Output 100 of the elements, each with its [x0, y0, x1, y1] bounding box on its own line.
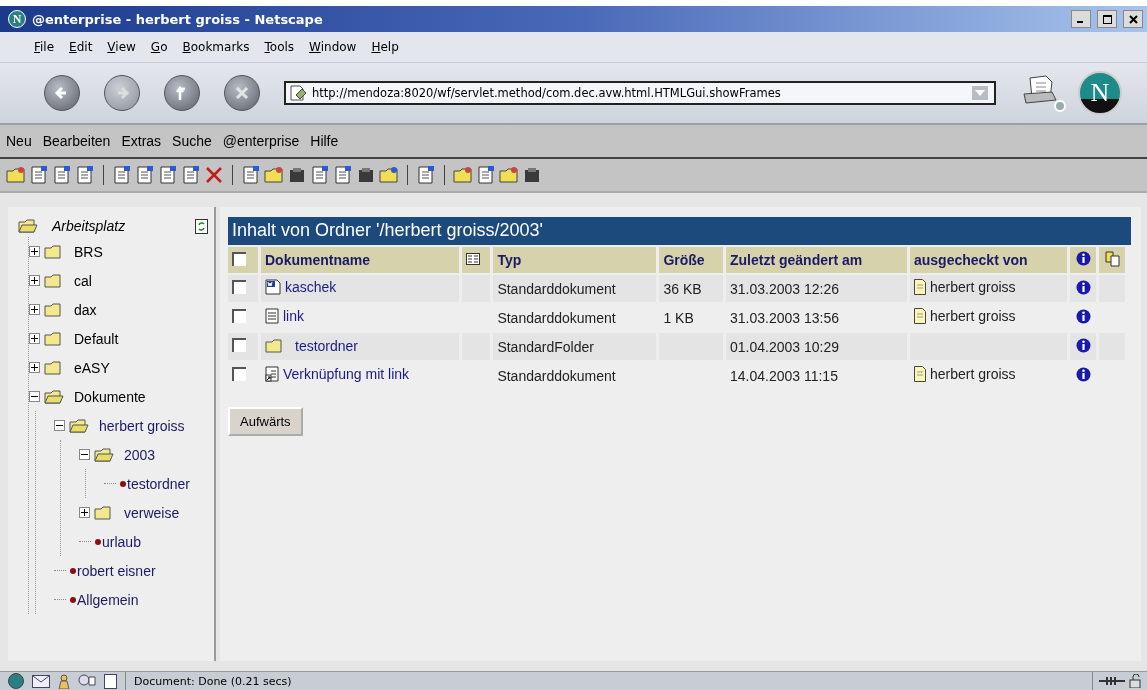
- new-document-icon[interactable]: [29, 165, 49, 185]
- table-cell: herbert groiss: [930, 366, 1016, 382]
- menu-item[interactable]: Window: [309, 40, 357, 54]
- back-button[interactable]: [44, 75, 80, 111]
- expand-icon[interactable]: [29, 304, 40, 315]
- menu-item[interactable]: Neu: [6, 133, 32, 149]
- tree-item[interactable]: Default: [74, 330, 119, 347]
- menu-item[interactable]: Bearbeiten: [42, 133, 111, 149]
- menu-item[interactable]: Go: [150, 40, 168, 54]
- select-all-checkbox[interactable]: [232, 251, 246, 266]
- open-folder-icon: [94, 447, 114, 462]
- bullet-icon: [120, 480, 126, 487]
- menu-item[interactable]: View: [107, 40, 136, 54]
- document-link[interactable]: link: [283, 308, 304, 324]
- person-icon[interactable]: [58, 673, 70, 689]
- folder-icon: [44, 273, 64, 288]
- close-icon: [1128, 14, 1138, 24]
- expand-icon[interactable]: [29, 275, 40, 286]
- lock-icon: [1129, 674, 1141, 688]
- new-folder-icon[interactable]: [6, 165, 26, 185]
- row-checkbox[interactable]: [232, 309, 246, 323]
- tree-item[interactable]: urlaub: [102, 533, 141, 550]
- column-header[interactable]: Zuletzt geändert am: [725, 247, 907, 273]
- tree-item[interactable]: testordner: [127, 475, 191, 492]
- row-checkbox[interactable]: [232, 367, 246, 381]
- document-icon: [914, 279, 926, 295]
- table-cell: StandardFolder: [497, 338, 594, 355]
- menu-item[interactable]: Tools: [264, 40, 295, 54]
- tree-item[interactable]: cal: [74, 272, 92, 289]
- status-text: Document: Done (0.21 secs): [133, 674, 292, 688]
- menu-item[interactable]: File: [34, 40, 55, 54]
- browser-logo[interactable]: N: [1078, 71, 1122, 115]
- table-cell: 14.04.2003 11:15: [729, 367, 838, 384]
- table-cell: Standarddokument: [497, 280, 616, 297]
- maximize-icon: [1102, 14, 1112, 24]
- row-checkbox[interactable]: [232, 338, 246, 352]
- expand-icon[interactable]: [29, 333, 40, 344]
- open-folder-icon: [18, 219, 38, 233]
- delete-icon[interactable]: [204, 165, 224, 185]
- tree-item[interactable]: robert eisner: [77, 562, 156, 579]
- row-checkbox[interactable]: [232, 280, 246, 294]
- folder-icon[interactable]: [264, 165, 284, 185]
- bullet-icon: [70, 596, 76, 603]
- info-icon[interactable]: [1075, 337, 1091, 353]
- bullet-icon: [70, 567, 76, 574]
- maximize-button[interactable]: [1097, 10, 1117, 28]
- menu-item[interactable]: @enterprise: [222, 133, 300, 149]
- column-settings-icon[interactable]: [466, 253, 480, 265]
- collapse-icon[interactable]: [54, 420, 65, 431]
- column-header[interactable]: Typ: [493, 247, 657, 273]
- tree-item[interactable]: Allgemein: [77, 591, 139, 608]
- expand-icon[interactable]: [29, 246, 40, 257]
- tree-item[interactable]: eASY: [74, 359, 110, 376]
- tree-item[interactable]: dax: [74, 301, 97, 318]
- column-header[interactable]: Dokumentname: [261, 247, 459, 273]
- folder-icon: [44, 360, 64, 375]
- tree-root[interactable]: Arbeitsplatz: [52, 218, 126, 234]
- menu-item[interactable]: Suche: [172, 133, 212, 149]
- reload-button[interactable]: [164, 75, 200, 111]
- forward-button[interactable]: [104, 75, 140, 111]
- mail-icon[interactable]: [32, 674, 50, 688]
- tree-item[interactable]: 2003: [124, 446, 156, 463]
- minimize-button[interactable]: [1071, 10, 1091, 28]
- info-icon[interactable]: [1075, 366, 1091, 382]
- folder-icon: [44, 302, 64, 317]
- page-icon: [290, 85, 308, 101]
- collapse-icon[interactable]: [79, 449, 90, 460]
- open-folder-icon: [69, 418, 89, 433]
- printer-icon[interactable]: [1022, 74, 1066, 112]
- expand-icon[interactable]: [79, 507, 90, 518]
- expand-icon[interactable]: [29, 362, 40, 373]
- stop-button[interactable]: [224, 75, 260, 111]
- menu-item[interactable]: Help: [371, 40, 399, 54]
- address-field[interactable]: http://mendoza:8020/wf/servlet.method/com.dec.avw.html.HTMLGui.showFrames: [284, 81, 996, 105]
- tree-item[interactable]: verweise: [124, 504, 180, 521]
- collapse-icon[interactable]: [29, 391, 40, 402]
- tree-item[interactable]: Dokumente: [74, 388, 146, 405]
- column-header[interactable]: ausgecheckt von: [910, 247, 1067, 273]
- info-icon[interactable]: [1075, 251, 1091, 266]
- chat-icon[interactable]: [78, 674, 96, 688]
- table-cell: 31.03.2003 12:26: [729, 280, 839, 297]
- menu-item[interactable]: Bookmarks: [182, 40, 250, 54]
- menu-item[interactable]: Extras: [121, 133, 162, 149]
- close-button[interactable]: [1123, 10, 1143, 28]
- tree-item[interactable]: herbert groiss: [99, 417, 185, 434]
- document-link[interactable]: Verknüpfung mit link: [283, 366, 410, 382]
- info-icon[interactable]: [1075, 279, 1091, 295]
- up-button[interactable]: Aufwärts: [228, 407, 303, 436]
- word-document-icon: [265, 279, 281, 295]
- browser-logo-icon[interactable]: [8, 673, 24, 689]
- table-cell: 36 KB: [663, 280, 702, 297]
- menu-item[interactable]: Hilfe: [310, 133, 339, 149]
- info-icon[interactable]: [1075, 308, 1091, 324]
- column-header[interactable]: Größe: [659, 247, 723, 273]
- table-cell: 01.04.2003 10:29: [729, 338, 839, 355]
- tree-item[interactable]: BRS: [74, 243, 103, 260]
- folder-title: Inhalt von Ordner '/herbert groiss/2003': [228, 217, 1131, 245]
- document-link[interactable]: kaschek: [285, 279, 337, 295]
- download-icon[interactable]: [379, 165, 399, 185]
- menu-item[interactable]: Edit: [69, 40, 93, 54]
